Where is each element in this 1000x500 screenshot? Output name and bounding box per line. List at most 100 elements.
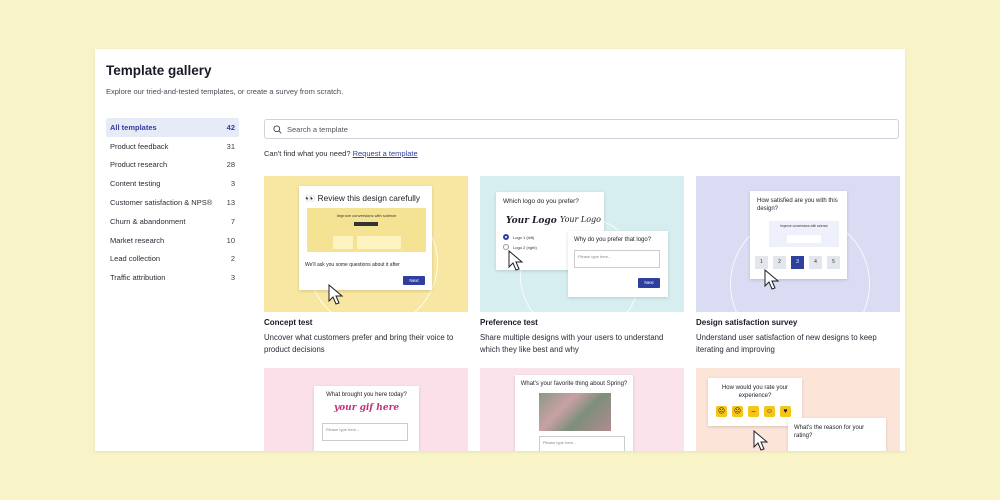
card-description: Understand user satisfaction of new desi…	[696, 333, 877, 354]
concept-preview-headline: Improve conversions with science	[336, 213, 397, 218]
sidebar-item-lead-collection[interactable]: Lead collection 2	[106, 250, 239, 269]
sidebar-item-label: Product research	[110, 160, 168, 170]
sidebar-item-count: 28	[226, 160, 235, 170]
sad-face-icon: ☹	[732, 406, 743, 417]
sidebar-item-product-research[interactable]: Product research 28	[106, 156, 239, 175]
template-card-design-satisfaction[interactable]: How satisfied are you with this design? …	[696, 176, 900, 356]
sidebar-item-label: All templates	[110, 122, 157, 132]
emoji-followup-mock: What's the reason for your rating?	[788, 418, 886, 451]
card-title: Concept test	[264, 318, 313, 327]
rating-option-selected: 3	[791, 256, 804, 269]
card-thumbnail: How satisfied are you with this design? …	[696, 176, 900, 312]
sidebar-item-label: Lead collection	[110, 254, 161, 264]
request-template-link[interactable]: Request a template	[353, 149, 418, 158]
gif-mock-survey: What brought you here today? your gif he…	[314, 386, 419, 451]
search-input[interactable]	[287, 124, 847, 134]
neutral-face-icon: –	[748, 406, 759, 417]
page-title: Template gallery	[106, 63, 212, 78]
sidebar-item-product-feedback[interactable]: Product feedback 31	[106, 137, 239, 156]
sidebar-item-count: 3	[230, 179, 235, 189]
sidebar-item-count: 10	[226, 235, 235, 245]
concept-mock-question: We'll ask you some questions about it af…	[305, 262, 400, 268]
eyes-icon: 👀	[305, 193, 316, 203]
template-card-preference-test[interactable]: Which logo do you prefer? Your Logo Your…	[480, 176, 684, 356]
emoji-followup-question: What's the reason for your rating?	[794, 425, 865, 439]
sidebar-item-market-research[interactable]: Market research 10	[106, 231, 239, 250]
concept-preview-block	[333, 236, 353, 249]
angry-face-icon: ☹	[716, 406, 727, 417]
spring-flowers-image	[539, 393, 611, 431]
option-left-label: Logo 1 (left)	[513, 234, 535, 240]
sidebar-item-churn[interactable]: Churn & abandonment 7	[106, 212, 239, 231]
radio-selected-icon	[503, 234, 509, 240]
rating-scale: 1 2 3 4 5	[755, 256, 840, 269]
sidebar-item-traffic-attribution[interactable]: Traffic attribution 3	[106, 268, 239, 287]
gif-mock-question: What brought you here today?	[326, 392, 407, 398]
option-right-label: Logo 2 (right)	[513, 244, 537, 250]
card-thumbnail: What brought you here today? your gif he…	[264, 368, 468, 451]
rating-option: 1	[755, 256, 768, 269]
rating-option: 4	[809, 256, 822, 269]
rating-option: 2	[773, 256, 786, 269]
sidebar-item-label: Churn & abandonment	[110, 216, 186, 226]
sidebar-item-count: 42	[226, 122, 235, 132]
request-prompt-text: Can't find what you need?	[264, 149, 351, 158]
preference-followup-question: Why do you prefer that logo?	[574, 237, 652, 243]
rating-option: 5	[827, 256, 840, 269]
concept-preview-button	[354, 222, 378, 226]
card-description: Uncover what customers prefer and bring …	[264, 333, 454, 354]
sidebar-item-label: Customer satisfaction & NPS®	[110, 198, 213, 208]
satisfaction-mock-question: How satisfied are you with this design?	[757, 198, 838, 212]
satisfaction-design-preview: Improve conversions with science	[769, 221, 839, 247]
template-card-concept-test[interactable]: 👀 Review this design carefully Improve c…	[264, 176, 468, 356]
satisfaction-preview-headline: Improve conversions with science	[780, 224, 828, 228]
request-template-prompt: Can't find what you need? Request a temp…	[264, 149, 418, 158]
cursor-icon	[508, 250, 524, 271]
template-search-box[interactable]	[264, 119, 899, 139]
sidebar-item-count: 13	[226, 198, 235, 208]
card-thumbnail: What's your favorite thing about Spring?…	[480, 368, 684, 451]
template-card-emoji-rating[interactable]: How would you rate your experience? ☹ ☹ …	[696, 368, 900, 451]
sidebar-item-label: Market research	[110, 235, 165, 245]
preference-text-field: Please type here...	[574, 250, 660, 268]
sidebar-item-count: 31	[226, 141, 235, 151]
concept-mock-survey: 👀 Review this design carefully Improve c…	[299, 186, 432, 290]
image-text-field: Please type here...	[539, 436, 625, 451]
card-description: Share multiple designs with your users t…	[480, 333, 664, 354]
sidebar-item-customer-satisfaction[interactable]: Customer satisfaction & NPS® 13	[106, 193, 239, 212]
sidebar-item-label: Product feedback	[110, 141, 169, 151]
gif-text-field: Please type here...	[322, 423, 408, 441]
preference-next-button: Next	[638, 278, 660, 288]
image-mock-question: What's your favorite thing about Spring?	[520, 381, 628, 387]
card-thumbnail: How would you rate your experience? ☹ ☹ …	[696, 368, 900, 451]
card-thumbnail: Which logo do you prefer? Your Logo Your…	[480, 176, 684, 312]
template-card-gif-question[interactable]: What brought you here today? your gif he…	[264, 368, 468, 451]
card-title: Design satisfaction survey	[696, 318, 798, 327]
card-thumbnail: 👀 Review this design carefully Improve c…	[264, 176, 468, 312]
sidebar-item-count: 3	[230, 273, 235, 283]
sidebar-item-content-testing[interactable]: Content testing 3	[106, 174, 239, 193]
concept-preview-block	[357, 236, 401, 249]
concept-mock-heading: Review this design carefully	[317, 193, 421, 203]
satisfaction-preview-block	[787, 235, 821, 243]
option-left-row: Logo 1 (left)	[503, 234, 534, 240]
satisfaction-mock-survey: How satisfied are you with this design? …	[750, 191, 847, 279]
logo-option-right: Your Logo	[560, 215, 601, 224]
sidebar-item-count: 2	[230, 254, 235, 264]
cursor-icon	[328, 284, 344, 305]
template-card-image-question[interactable]: What's your favorite thing about Spring?…	[480, 368, 684, 451]
concept-design-preview: Improve conversions with science	[307, 208, 426, 252]
happy-face-icon: ☺	[764, 406, 775, 417]
gif-placeholder-text: your gif here	[333, 403, 400, 413]
template-gallery-panel: Template gallery Explore our tried-and-t…	[95, 49, 905, 451]
sidebar-item-all-templates[interactable]: All templates 42	[106, 118, 239, 137]
sidebar-item-count: 7	[230, 216, 235, 226]
concept-next-button: Next	[403, 276, 425, 285]
sidebar-item-label: Traffic attribution	[110, 273, 166, 283]
cursor-icon	[764, 269, 780, 290]
category-sidebar: All templates 42 Product feedback 31 Pro…	[106, 118, 239, 287]
sidebar-item-label: Content testing	[110, 179, 161, 189]
emoji-mock-question: How would you rate your experience?	[721, 385, 789, 399]
preference-mock-question: Which logo do you prefer?	[503, 198, 579, 205]
love-face-icon: ♥	[780, 406, 791, 417]
